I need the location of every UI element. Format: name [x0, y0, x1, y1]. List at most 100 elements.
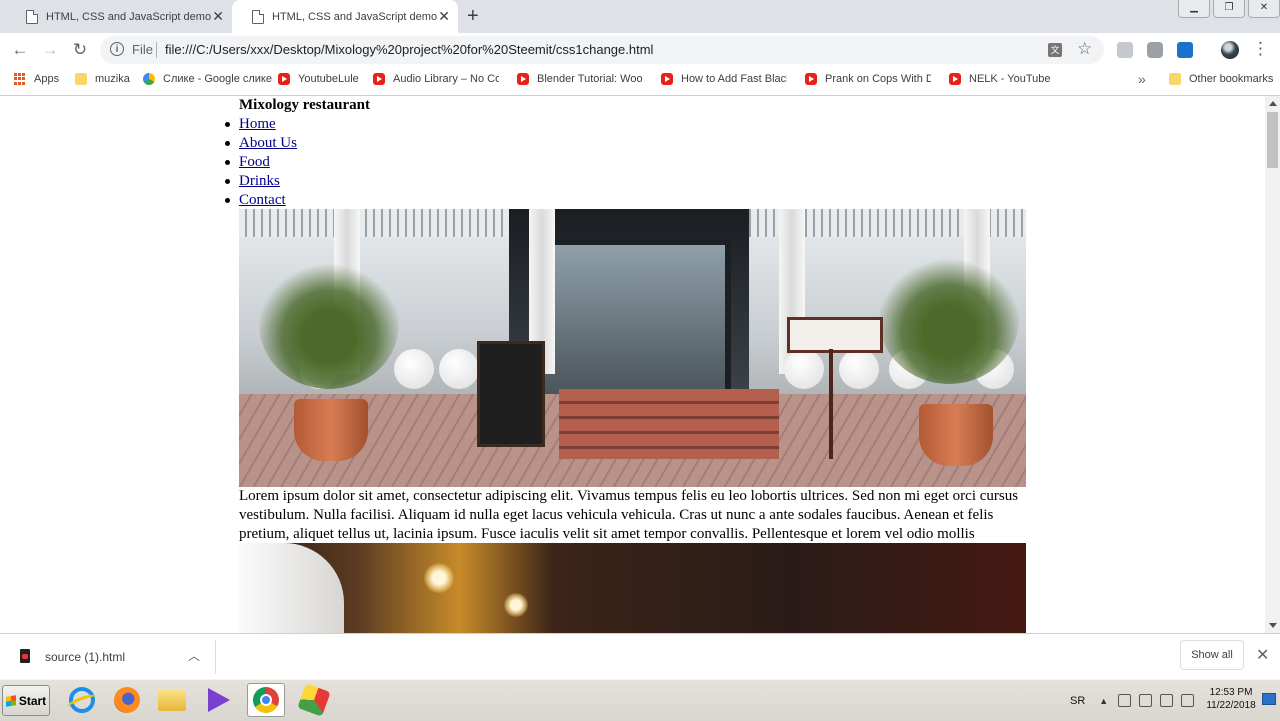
folder-icon	[1169, 73, 1181, 85]
nav-list: Home About Us Food Drinks Contact	[225, 115, 297, 210]
youtube-icon	[373, 73, 385, 85]
bookmark-muzika[interactable]: muzika	[75, 73, 130, 85]
url-text[interactable]: file:///C:/Users/xxx/Desktop/Mixology%20…	[165, 42, 653, 57]
folder-icon	[75, 73, 87, 85]
nav-item-about: About Us	[225, 134, 297, 153]
network-icon[interactable]	[1160, 694, 1174, 707]
scroll-down-icon[interactable]	[1269, 623, 1277, 628]
page-title: Mixology restaurant	[239, 97, 370, 113]
scrollbar-thumb[interactable]	[1267, 112, 1278, 168]
page-favicon-icon	[26, 10, 38, 24]
close-tab-icon[interactable]: ✕	[438, 8, 450, 24]
nav-item-contact: Contact	[225, 191, 297, 210]
nav-link-food[interactable]: Food	[239, 154, 270, 170]
taskbar-pdf-app[interactable]	[295, 683, 333, 717]
bookmark-apps[interactable]: Apps	[14, 73, 59, 85]
tab-title: HTML, CSS and JavaScript demo	[272, 10, 437, 23]
divider	[156, 42, 157, 58]
close-window-button[interactable]: ✕	[1248, 0, 1280, 18]
translate-icon[interactable]: 文	[1048, 43, 1062, 57]
volume-icon[interactable]	[1181, 694, 1195, 707]
bookmark-blender-tutorial[interactable]: Blender Tutorial: Wood	[517, 73, 643, 85]
bookmarks-bar: Apps muzika Слике - Google слике Youtube…	[0, 67, 1280, 96]
restaurant-entrance-image	[239, 209, 1026, 487]
show-desktop-button[interactable]	[1262, 693, 1276, 705]
tab-1[interactable]: HTML, CSS and JavaScript demo - Li ✕	[6, 0, 232, 33]
profile-avatar[interactable]	[1221, 41, 1239, 59]
bookmark-fast-black[interactable]: How to Add Fast Black	[661, 73, 787, 85]
nav-item-food: Food	[225, 153, 297, 172]
nav-link-home[interactable]: Home	[239, 116, 276, 132]
download-file-name[interactable]: source (1).html	[45, 650, 125, 664]
camera-extension-icon[interactable]	[1147, 42, 1163, 58]
page-favicon-icon	[252, 10, 264, 24]
vertical-scrollbar[interactable]	[1265, 96, 1280, 633]
taskbar-file-explorer[interactable]	[153, 683, 191, 717]
bookmark-prank[interactable]: Prank on Cops With Do	[805, 73, 931, 85]
google-photos-icon	[143, 73, 155, 85]
clock[interactable]: 12:53 PM 11/22/2018	[1199, 686, 1263, 712]
pdf-app-icon	[297, 683, 331, 717]
back-button[interactable]: ←	[9, 39, 31, 61]
system-tray: SR ▲	[1070, 680, 1202, 721]
youtube-icon	[949, 73, 961, 85]
language-indicator[interactable]: SR	[1070, 695, 1085, 707]
bar-interior-image	[239, 543, 1026, 633]
clock-time: 12:53 PM	[1209, 687, 1253, 698]
tab-2[interactable]: HTML, CSS and JavaScript demo ✕	[232, 0, 458, 33]
scheme-label: File	[132, 42, 153, 57]
taskbar-visual-studio[interactable]	[200, 683, 238, 717]
taskbar-chrome[interactable]	[247, 683, 285, 717]
reload-button[interactable]: ↻	[69, 39, 91, 61]
bookmark-google-photos[interactable]: Слике - Google слике	[143, 73, 272, 85]
other-bookmarks[interactable]: Other bookmarks	[1169, 73, 1273, 85]
nav-link-contact[interactable]: Contact	[239, 192, 286, 208]
youtube-icon	[805, 73, 817, 85]
bookmark-star-icon[interactable]: ☆	[1077, 39, 1092, 59]
clock-date: 11/22/2018	[1206, 700, 1256, 711]
bookmarks-overflow-button[interactable]: »	[1138, 71, 1146, 87]
minimize-button[interactable]: ▁	[1178, 0, 1210, 18]
firefox-icon	[114, 687, 140, 713]
browser-toolbar: ← → ↻ i File file:///C:/Users/xxx/Deskto…	[0, 33, 1280, 67]
show-hidden-icons-icon[interactable]: ▲	[1099, 696, 1108, 706]
bookmark-youtubelule[interactable]: YoutubeLule	[278, 73, 359, 85]
window-controls: ▁ ❐ ✕	[1178, 0, 1280, 18]
restore-button[interactable]: ❐	[1213, 0, 1245, 18]
windows-logo-icon	[5, 694, 16, 707]
info-icon[interactable]: i	[110, 42, 124, 56]
browser-menu-icon[interactable]: ⋮	[1252, 39, 1269, 59]
extension-icon[interactable]	[1117, 42, 1133, 58]
forward-button[interactable]: →	[39, 39, 61, 61]
start-button[interactable]: Start	[2, 685, 50, 716]
nav-link-drinks[interactable]: Drinks	[239, 173, 280, 189]
new-tab-button[interactable]: +	[467, 5, 479, 28]
steemit-extension-icon[interactable]	[1177, 42, 1193, 58]
address-bar[interactable]: i File file:///C:/Users/xxx/Desktop/Mixo…	[100, 36, 1104, 64]
close-tab-icon[interactable]: ✕	[212, 8, 224, 24]
chrome-icon	[253, 687, 279, 713]
tab-title: HTML, CSS and JavaScript demo - Li	[46, 10, 211, 23]
tab-strip: HTML, CSS and JavaScript demo - Li ✕ HTM…	[0, 0, 1280, 33]
divider	[215, 640, 216, 674]
flag-icon[interactable]	[1118, 694, 1132, 707]
internet-explorer-icon	[69, 687, 95, 713]
page-viewport: Mixology restaurant Home About Us Food D…	[0, 96, 1265, 633]
youtube-icon	[517, 73, 529, 85]
show-all-button[interactable]: Show all	[1180, 640, 1244, 670]
youtube-icon	[278, 73, 290, 85]
bookmark-nelk[interactable]: NELK - YouTube	[949, 73, 1051, 85]
nav-link-about[interactable]: About Us	[239, 135, 297, 151]
scroll-up-icon[interactable]	[1269, 101, 1277, 106]
device-icon[interactable]	[1139, 694, 1153, 707]
apps-grid-icon	[14, 73, 26, 85]
chevron-up-icon[interactable]: ︿	[188, 647, 200, 664]
file-explorer-icon	[158, 689, 186, 711]
taskbar: Start SR ▲ 12:53 PM 11/22/2018	[0, 679, 1280, 721]
taskbar-internet-explorer[interactable]	[63, 683, 101, 717]
youtube-icon	[661, 73, 673, 85]
close-icon[interactable]: ✕	[1256, 645, 1269, 665]
bookmark-audio-library[interactable]: Audio Library – No Cop	[373, 73, 499, 85]
file-icon	[20, 649, 30, 663]
taskbar-firefox[interactable]	[108, 683, 146, 717]
